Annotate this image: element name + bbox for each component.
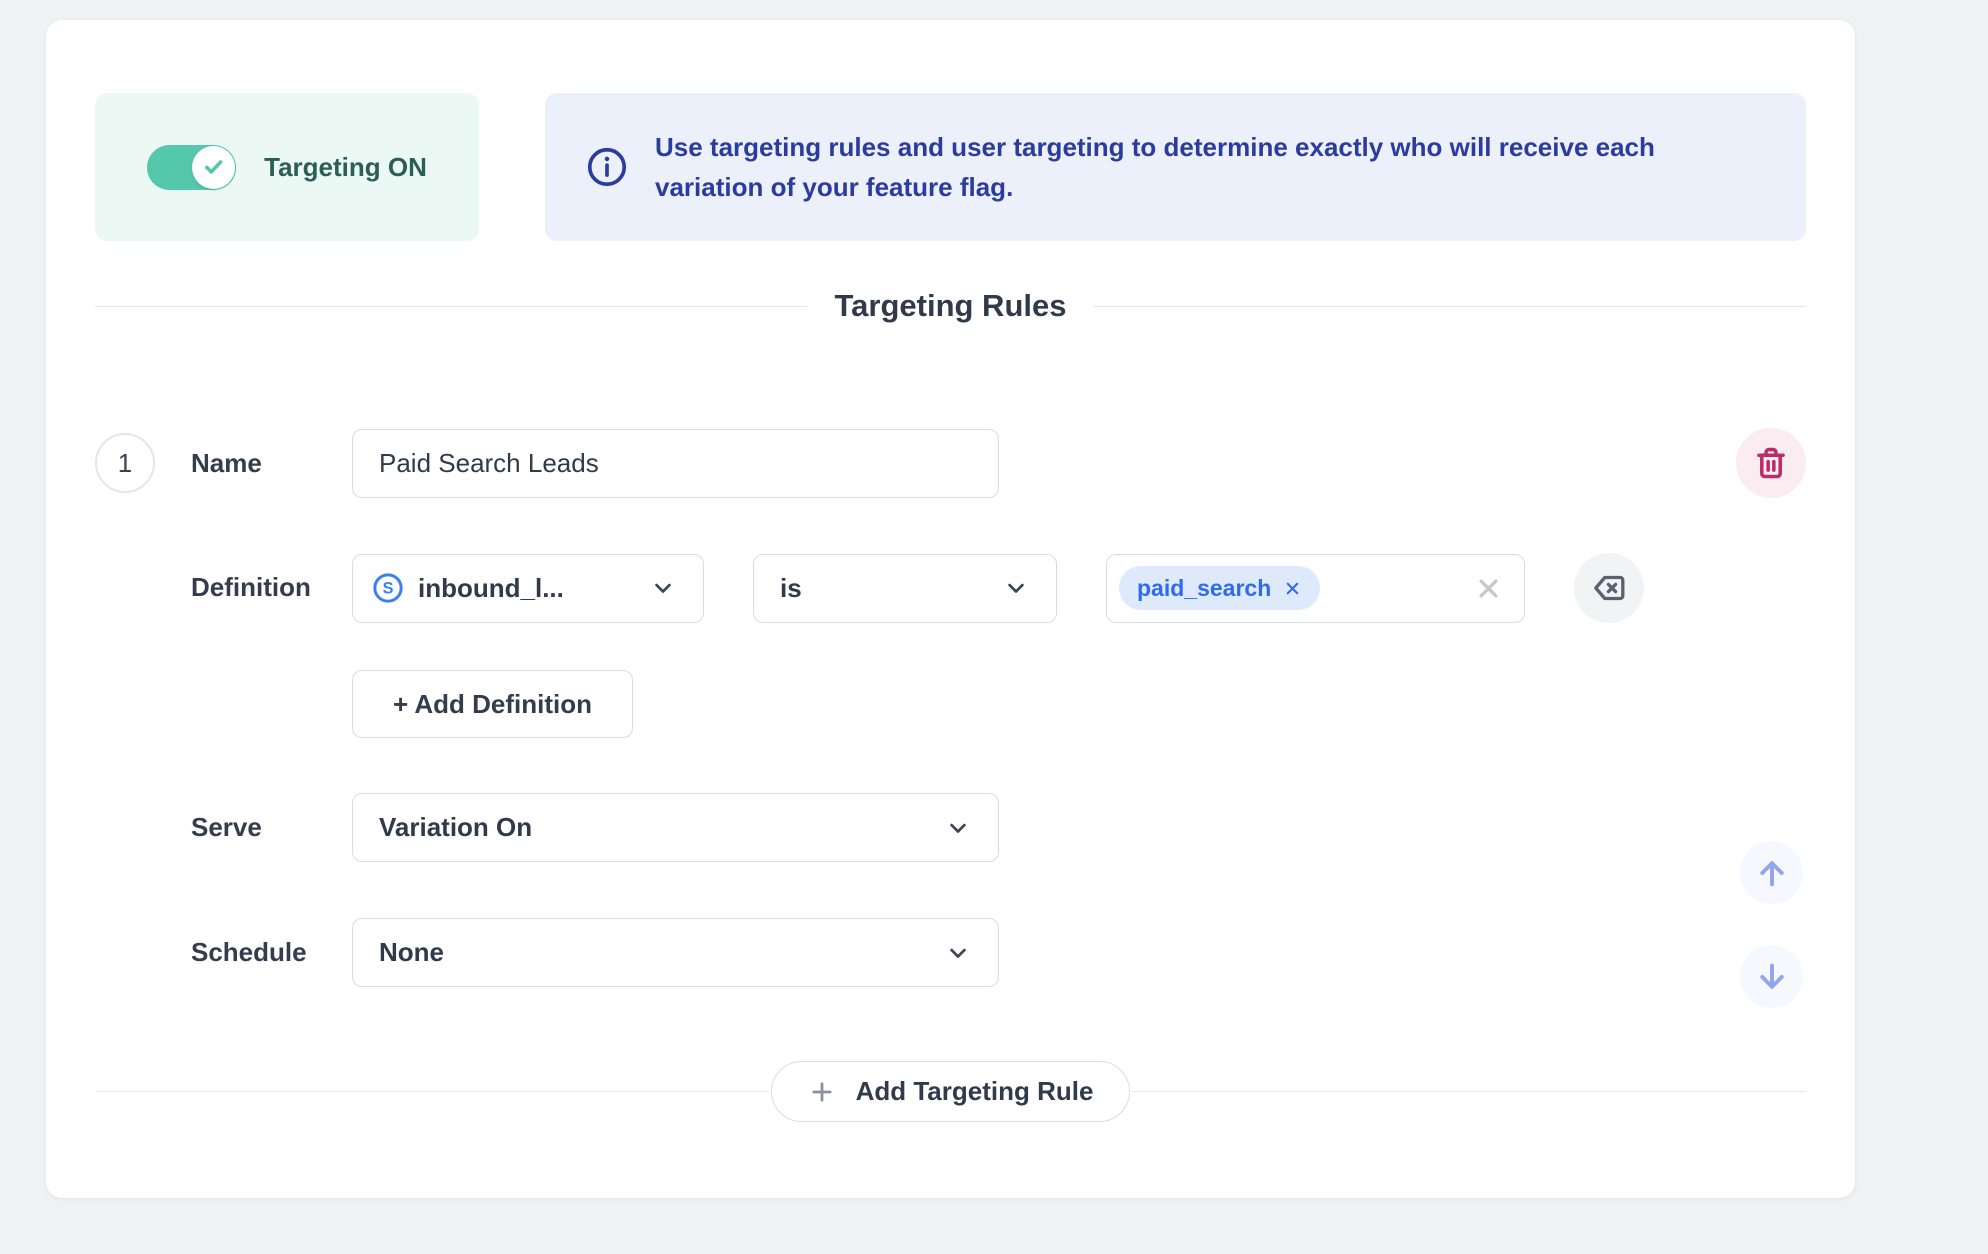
chevron-down-icon — [1002, 574, 1030, 602]
divider-line — [95, 1091, 769, 1092]
arrow-up-icon — [1754, 855, 1790, 891]
targeting-toggle[interactable] — [147, 145, 236, 190]
targeting-card: Targeting ON Use targeting rules and use… — [46, 20, 1855, 1198]
definition-label: Definition — [191, 572, 311, 602]
property-select-value: inbound_l... — [418, 573, 564, 604]
property-select[interactable]: S inbound_l... — [352, 554, 704, 623]
schedule-select[interactable]: None — [352, 918, 999, 987]
targeting-rule: 1 Name Definition S inbound_l... — [95, 428, 1806, 987]
string-type-icon: S — [371, 571, 405, 605]
toggle-knob — [192, 146, 235, 189]
name-row: 1 Name — [95, 428, 1806, 498]
add-definition-button[interactable]: + Add Definition — [352, 670, 633, 738]
plus-icon — [808, 1078, 836, 1106]
value-chip-label: paid_search — [1137, 575, 1271, 602]
chevron-down-icon — [944, 814, 972, 842]
targeting-toggle-label: Targeting ON — [264, 152, 427, 183]
operator-select[interactable]: is — [753, 554, 1057, 623]
targeting-toggle-panel: Targeting ON — [95, 93, 479, 241]
chip-remove-icon[interactable] — [1283, 579, 1302, 598]
schedule-select-value: None — [379, 937, 444, 968]
schedule-label: Schedule — [191, 937, 307, 967]
info-icon — [585, 145, 629, 189]
value-chip: paid_search — [1119, 566, 1320, 610]
chevron-down-icon — [944, 939, 972, 967]
divider-line — [1094, 306, 1806, 307]
info-banner: Use targeting rules and user targeting t… — [545, 93, 1806, 241]
rule-number: 1 — [118, 448, 132, 479]
top-row: Targeting ON Use targeting rules and use… — [95, 93, 1806, 241]
add-targeting-rule-label: Add Targeting Rule — [856, 1076, 1094, 1107]
info-text: Use targeting rules and user targeting t… — [655, 127, 1736, 208]
serve-label: Serve — [191, 812, 262, 842]
chevron-down-icon — [649, 574, 677, 602]
move-rule-down-button[interactable] — [1740, 945, 1803, 1008]
add-rule-divider: Add Targeting Rule — [95, 1061, 1806, 1122]
backspace-icon — [1591, 570, 1627, 606]
move-rule-up-button[interactable] — [1740, 841, 1803, 904]
schedule-row: Schedule None — [95, 918, 1806, 987]
rule-name-input[interactable] — [352, 429, 999, 498]
name-label: Name — [191, 448, 262, 478]
serve-row: Serve Variation On — [95, 793, 1806, 862]
section-heading: Targeting Rules — [95, 288, 1806, 324]
check-icon — [201, 154, 227, 180]
svg-text:S: S — [383, 580, 394, 598]
serve-select[interactable]: Variation On — [352, 793, 999, 862]
operator-select-value: is — [780, 573, 802, 604]
rule-number-badge: 1 — [95, 433, 155, 493]
add-targeting-rule-button[interactable]: Add Targeting Rule — [771, 1061, 1131, 1122]
section-title: Targeting Rules — [835, 288, 1067, 324]
definition-values-input[interactable]: paid_search — [1106, 554, 1525, 623]
trash-icon — [1754, 446, 1788, 480]
divider-line — [95, 306, 807, 307]
clear-values-icon[interactable] — [1475, 575, 1502, 602]
remove-definition-button[interactable] — [1574, 553, 1644, 623]
serve-select-value: Variation On — [379, 812, 532, 843]
delete-rule-button[interactable] — [1736, 428, 1806, 498]
definition-row: Definition S inbound_l... is p — [95, 553, 1806, 738]
arrow-down-icon — [1754, 959, 1790, 995]
divider-line — [1132, 1091, 1806, 1092]
